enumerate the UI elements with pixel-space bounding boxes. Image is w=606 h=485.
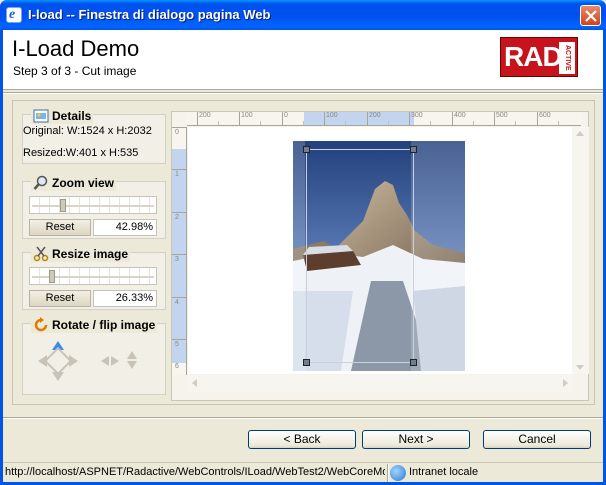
details-label: Details [52,109,92,123]
details-icon [33,108,49,124]
resize-slider-thumb[interactable] [49,270,55,283]
scissors-icon [33,246,49,262]
zoom-slider-thumb[interactable] [60,199,66,212]
ruler-v-label: 0 [175,129,179,136]
ruler-h-label: 100 [241,112,253,119]
rotate-icon [33,317,49,333]
details-header: Details [31,108,94,124]
zoom-reset-button[interactable]: Reset [29,219,91,236]
crop-handle-top-left[interactable] [303,146,310,153]
status-divider [387,464,389,482]
ie-icon: e [6,7,22,23]
zoom-label: Zoom view [52,176,115,190]
flip-vertical-icon[interactable] [124,351,140,371]
scroll-right-icon[interactable] [563,379,568,387]
dialog-window: e I-load -- Finestra di dialogo pagina W… [0,0,606,485]
horizontal-scrollbar[interactable] [188,375,572,392]
zoom-slider-track [32,205,154,207]
window-title: I-load -- Finestra di dialogo pagina Web [28,7,271,22]
radactive-logo: RAD ACTIVE [500,37,578,77]
zoom-group: Zoom view Reset 42.98% [22,175,166,239]
close-icon [585,10,597,22]
scroll-up-icon[interactable] [576,131,584,136]
editor-panel: Details Original: W:1524 x H:2032 Resize… [12,100,595,405]
rotate-frame [43,346,73,376]
ruler-v-label: 1 [175,171,179,178]
ruler-h-label: 0 [284,112,288,119]
image-viewer: 200 100 0 100 200 300 400 500 600 0 1 2 … [171,111,589,401]
zoom-percent: 42.98% [93,219,157,236]
cancel-button[interactable]: Cancel [483,430,591,449]
resize-group: Resize image Reset 26.33% [22,246,166,310]
zoom-slider[interactable] [29,196,157,214]
crop-rectangle[interactable] [303,146,417,366]
resize-slider[interactable] [29,267,157,285]
resize-percent: 26.33% [93,290,157,307]
ruler-h-label: 100 [326,112,338,119]
ruler-v-label: 5 [175,341,179,348]
resize-header: Resize image [31,246,131,262]
title-bar: e I-load -- Finestra di dialogo pagina W… [0,0,606,30]
crop-handle-bottom-right[interactable] [410,359,417,366]
ruler-h-label: 200 [369,112,381,119]
next-button[interactable]: Next > [362,430,470,449]
vertical-scrollbar[interactable] [572,127,589,374]
ruler-h-label: 300 [411,112,423,119]
vertical-ruler: 0 1 2 3 4 5 6 [172,127,187,375]
crop-handle-bottom-left[interactable] [303,359,310,366]
resize-label: Resize image [52,247,129,261]
scroll-left-icon[interactable] [192,379,197,387]
rotate-label: Rotate / flip image [52,318,156,332]
security-zone: Intranet locale [409,466,479,478]
ruler-v-label: 2 [175,214,179,221]
separator [3,92,603,94]
crop-handle-top-right[interactable] [410,146,417,153]
zoom-header: Zoom view [31,175,117,191]
image-canvas[interactable] [188,127,572,374]
logo-side-text: ACTIVE [559,42,575,74]
ruler-v-label: 3 [175,256,179,263]
dialog-client: I-Load Demo Step 3 of 3 - Cut image RAD … [3,30,603,482]
original-size: Original: W:1524 x H:2032 [23,125,152,137]
close-button[interactable] [580,5,601,26]
ruler-h-label: 600 [539,112,551,119]
rotate-group: Rotate / flip image [22,317,166,395]
resize-reset-button[interactable]: Reset [29,290,91,307]
resized-size: Resized:W:401 x H:535 [23,147,139,159]
status-bar: http://localhost/ASPNET/Radactive/WebCon… [3,462,603,482]
ruler-v-label: 4 [175,299,179,306]
ruler-h-label: 200 [199,112,211,119]
rotate-header: Rotate / flip image [31,317,158,333]
flip-horizontal-icon[interactable] [101,354,121,368]
step-subtitle: Step 3 of 3 - Cut image [13,64,137,78]
status-url: http://localhost/ASPNET/Radactive/WebCon… [5,466,385,478]
intranet-icon [390,465,406,481]
scroll-down-icon[interactable] [576,365,584,370]
logo-text: RAD [504,41,563,72]
horizontal-ruler: 200 100 0 100 200 300 400 500 600 [187,112,581,126]
magnifier-icon [33,175,49,191]
ruler-v-label: 6 [175,363,179,370]
back-button[interactable]: < Back [248,430,356,449]
details-group: Details Original: W:1524 x H:2032 Resize… [22,108,166,164]
rotate-pad [38,341,78,381]
separator [3,417,603,419]
page-title: I-Load Demo [12,36,140,61]
header: I-Load Demo Step 3 of 3 - Cut image RAD … [3,30,603,90]
ruler-h-label: 500 [496,112,508,119]
ruler-h-label: 400 [454,112,466,119]
ruler-h-highlight [304,112,414,125]
